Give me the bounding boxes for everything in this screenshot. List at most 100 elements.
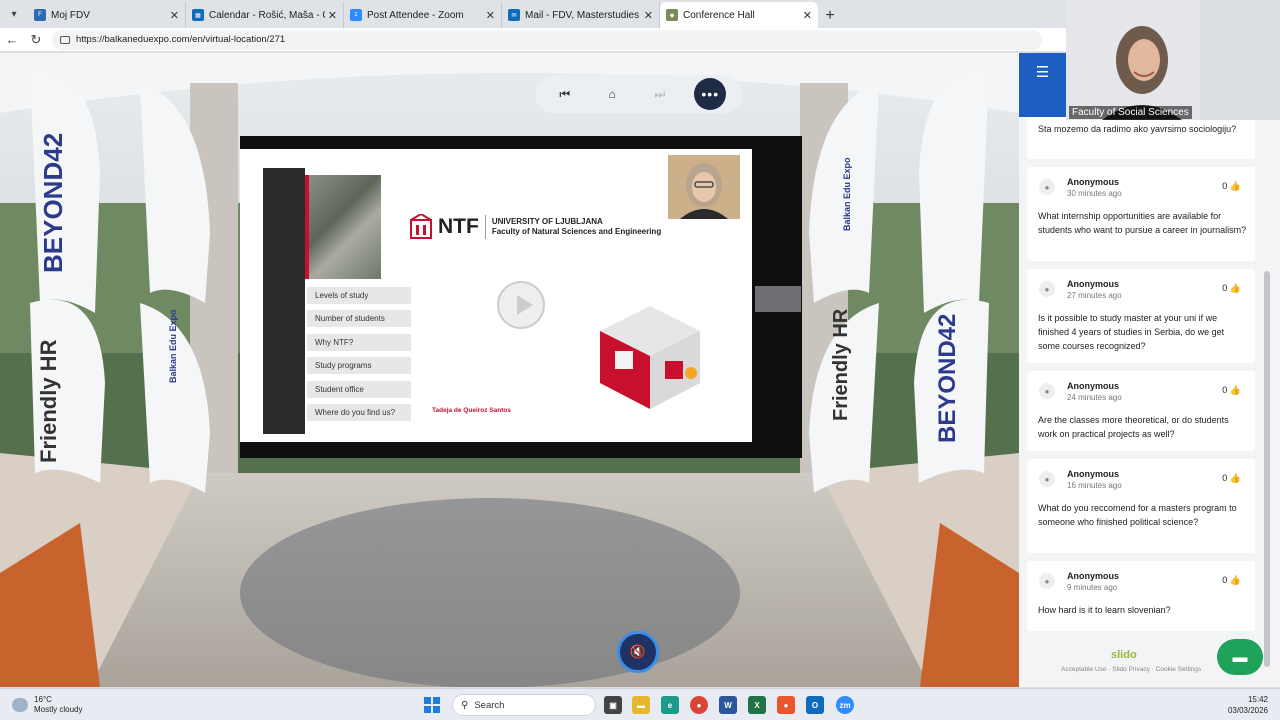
chrome-icon[interactable]: ●: [690, 696, 708, 714]
skip-back-icon[interactable]: ⏮: [552, 81, 578, 107]
banner-balkan-edu-expo-right: Balkan Edu Expo: [842, 157, 852, 231]
clock-time: 15:42: [1247, 695, 1268, 704]
slido-footer-links[interactable]: Acceptable Use · Slido Privacy · Cookie …: [1061, 666, 1201, 673]
back-arrow-icon[interactable]: ←: [0, 32, 24, 47]
zoom-app-icon[interactable]: zm: [836, 696, 854, 714]
question-text: Sta mozemo da radimo ako yavrsimo sociol…: [1038, 124, 1237, 134]
site-info-icon[interactable]: [60, 35, 70, 44]
word-icon[interactable]: W: [719, 696, 737, 714]
like-button[interactable]: 0 👍: [1222, 181, 1241, 192]
thumbs-up-icon: 👍: [1229, 283, 1241, 293]
outlook-icon[interactable]: O: [806, 696, 824, 714]
mute-button[interactable]: 🔇: [617, 631, 659, 673]
panel-scrollbar[interactable]: [1264, 271, 1270, 667]
thumbs-up-icon: 👍: [1229, 385, 1241, 395]
windows-start-icon[interactable]: [424, 697, 440, 713]
question-text: Is it possible to study master at your u…: [1038, 313, 1225, 351]
weather-widget[interactable]: 16°C Mostly cloudy: [12, 695, 82, 715]
url-text: https://balkaneduexpo.com/en/virtual-loc…: [76, 34, 286, 45]
logo-abbrev: NTF: [438, 215, 486, 239]
file-explorer-icon[interactable]: ▬: [632, 696, 650, 714]
tab-search-icon[interactable]: ▾: [2, 2, 26, 26]
chat-button[interactable]: ▬: [1217, 639, 1263, 675]
tab-moj-fdv[interactable]: F Moj FDV ✕: [28, 2, 186, 28]
banner-beyond42-left: BEYOND42: [38, 132, 68, 273]
skip-forward-icon[interactable]: ⏭: [647, 81, 673, 107]
system-clock[interactable]: 15:42 03/03/2026: [1214, 694, 1268, 716]
question-author: Anonymous: [1067, 381, 1120, 391]
user-avatar-icon: ●: [1039, 573, 1055, 589]
question-time: 24 minutes ago: [1067, 393, 1122, 402]
like-count: 0: [1222, 181, 1228, 191]
close-icon[interactable]: ✕: [170, 9, 179, 22]
ntf-logo: NTF UNIVERSITY OF LJUBLJANA Faculty of N…: [410, 214, 661, 240]
cloud-icon: [12, 698, 28, 712]
ntf-cube-graphic: [600, 306, 700, 409]
logo-text: UNIVERSITY OF LJUBLJANA Faculty of Natur…: [492, 217, 661, 237]
like-button[interactable]: 0 👍: [1222, 385, 1241, 396]
banner-beyond42-right: BEYOND42: [934, 313, 961, 443]
close-icon[interactable]: ✕: [803, 9, 812, 22]
chat-icon: ▬: [1232, 648, 1248, 666]
thumbs-up-icon: 👍: [1229, 473, 1241, 483]
like-button[interactable]: 0 👍: [1222, 283, 1241, 294]
close-icon[interactable]: ✕: [328, 9, 337, 22]
tab-zoom[interactable]: z Post Attendee - Zoom ✕: [344, 2, 502, 28]
video-background: [1200, 0, 1280, 120]
question-card: ● Anonymous 16 minutes ago 0 👍 What do y…: [1027, 459, 1255, 553]
like-count: 0: [1222, 385, 1228, 395]
question-text: Are the classes more theoretical, or do …: [1038, 415, 1229, 439]
edge-icon[interactable]: e: [661, 696, 679, 714]
search-placeholder: Search: [474, 699, 505, 711]
question-author: Anonymous: [1067, 177, 1120, 187]
question-card: ● Anonymous 9 minutes ago 0 👍 How hard i…: [1027, 561, 1255, 631]
close-icon[interactable]: ✕: [644, 9, 653, 22]
like-count: 0: [1222, 473, 1228, 483]
tab-title: Post Attendee - Zoom: [367, 9, 464, 21]
question-card: ● Anonymous 24 minutes ago 0 👍 Are the c…: [1027, 371, 1255, 451]
hamburger-menu-icon[interactable]: ☰: [1019, 53, 1066, 117]
banner-friendly-hr-left: Friendly HR: [36, 339, 61, 463]
question-time: 9 minutes ago: [1067, 583, 1118, 592]
temperature: 16°C: [34, 695, 52, 704]
presenter-name: Tadeja de Queiroz Santos: [432, 407, 511, 414]
firefox-icon[interactable]: ●: [777, 696, 795, 714]
tab-title: Mail - FDV, Masterstudies - Outlook: [525, 9, 641, 21]
thumbs-up-icon: 👍: [1229, 575, 1241, 585]
close-icon[interactable]: ✕: [486, 9, 495, 22]
more-options-button[interactable]: •••: [694, 78, 727, 110]
banner-friendly-hr-right: Friendly HR: [830, 308, 852, 421]
slide-menu-item: Study programs: [307, 357, 411, 374]
like-button[interactable]: 0 👍: [1222, 575, 1241, 586]
user-avatar-icon: ●: [1039, 471, 1055, 487]
presentation-screen[interactable]: Levels of study Number of students Why N…: [240, 136, 802, 458]
outlook-calendar-icon: ▦: [192, 9, 204, 21]
task-view-icon[interactable]: ▣: [604, 696, 622, 714]
conference-hall-scene[interactable]: BEYOND42 Friendly HR Balkan Edu Expo BEY…: [0, 53, 1019, 687]
logo-line2: Faculty of Natural Sciences and Engineer…: [491, 227, 662, 236]
taskbar: 16°C Mostly cloudy ⚲ Search ▣ ▬ e ● W X …: [0, 688, 1280, 720]
tab-conference-hall[interactable]: ◆ Conference Hall ✕: [660, 2, 818, 28]
like-count: 0: [1222, 575, 1228, 585]
taskbar-search-box[interactable]: ⚲ Search: [452, 694, 596, 716]
like-button[interactable]: 0 👍: [1222, 473, 1241, 484]
slido-panel: ☰ Sta mozemo da radimo ako yavrsimo soci…: [1019, 53, 1280, 687]
conference-hall-icon: ◆: [666, 9, 678, 21]
reload-icon[interactable]: ↻: [24, 32, 48, 48]
excel-icon[interactable]: X: [748, 696, 766, 714]
building-photo: [305, 175, 381, 279]
tab-mail[interactable]: ✉ Mail - FDV, Masterstudies - Outlook ✕: [502, 2, 660, 28]
slido-logo: slido: [1111, 649, 1137, 661]
participant-thumbnail: [755, 286, 801, 312]
question-author: Anonymous: [1067, 469, 1120, 479]
play-icon[interactable]: [497, 281, 545, 329]
tab-calendar[interactable]: ▦ Calendar - Rošić, Maša - Outlook ✕: [186, 2, 344, 28]
slide-menu-item: Where do you find us?: [307, 404, 411, 421]
url-field[interactable]: https://balkaneduexpo.com/en/virtual-loc…: [52, 29, 1042, 50]
home-icon[interactable]: ⌂: [599, 81, 625, 107]
slide-menu-item: Student office: [307, 381, 411, 398]
new-tab-button[interactable]: +: [818, 7, 842, 25]
question-text: What do you reccomend for a masters prog…: [1038, 503, 1237, 527]
slide-menu-item: Number of students: [307, 310, 411, 327]
thumbs-up-icon: 👍: [1229, 181, 1241, 191]
